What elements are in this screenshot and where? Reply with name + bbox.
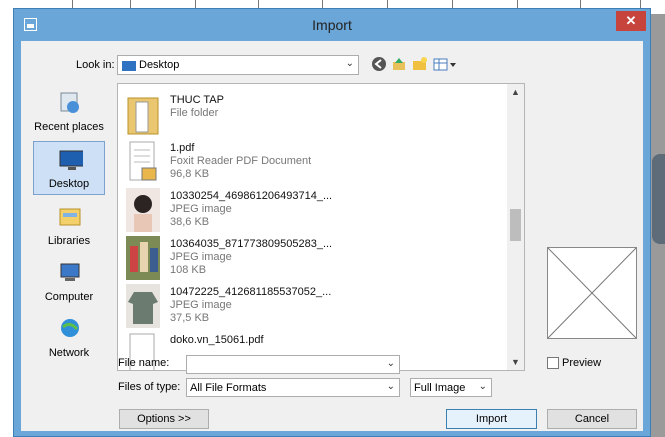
file-name: 1.pdf xyxy=(170,142,195,154)
files-of-type-label: Files of type: xyxy=(118,381,181,393)
list-item[interactable]: THUC TAP File folder xyxy=(126,90,506,138)
import-dialog: Import ✕ Look in: Desktop ⌄ Recent place… xyxy=(13,8,651,437)
file-list[interactable]: THUC TAP File folder 1.pdf Foxit Reader … xyxy=(117,83,525,371)
place-label: Recent places xyxy=(34,121,104,133)
desktop-folder-icon xyxy=(122,61,136,71)
place-libraries[interactable]: Libraries xyxy=(33,199,105,253)
scrollbar-thumb[interactable] xyxy=(510,209,521,241)
background-right xyxy=(650,14,665,437)
list-item[interactable]: 10472225_412681185537052_... JPEG image … xyxy=(126,282,506,330)
title-bar[interactable]: Import ✕ xyxy=(14,9,650,41)
image-mode-value: Full Image xyxy=(414,382,466,394)
desktop-icon xyxy=(59,150,83,170)
file-name: 10330254_469861206493714_... xyxy=(170,190,333,202)
scroll-up-icon[interactable]: ▲ xyxy=(511,87,520,97)
dialog-body: Look in: Desktop ⌄ Recent places Desktop xyxy=(21,41,643,431)
file-name-field[interactable]: ⌄ xyxy=(186,355,400,374)
pdf-thumbnail xyxy=(129,141,157,181)
places-sidebar: Recent places Desktop Libraries Computer… xyxy=(28,81,108,366)
chevron-down-icon[interactable]: ⌄ xyxy=(387,358,395,369)
background-left xyxy=(0,14,14,437)
options-button[interactable]: Options >> xyxy=(119,409,209,429)
chevron-down-icon: ⌄ xyxy=(345,58,354,69)
back-icon[interactable] xyxy=(371,56,387,72)
preview-label: Preview xyxy=(562,357,602,369)
up-folder-icon[interactable] xyxy=(391,56,407,72)
photo-thumbnail xyxy=(126,188,160,232)
scroll-down-icon[interactable]: ▼ xyxy=(511,357,520,367)
place-desktop[interactable]: Desktop xyxy=(33,141,105,195)
list-item[interactable]: 1.pdf Foxit Reader PDF Document 96,8 KB xyxy=(126,138,506,186)
file-name-label: File name: xyxy=(118,357,170,369)
file-size: 37,5 KB xyxy=(170,312,210,324)
look-in-label: Look in: xyxy=(76,59,115,71)
place-label: Desktop xyxy=(48,178,90,190)
place-recent-places[interactable]: Recent places xyxy=(33,85,105,139)
file-type: Foxit Reader PDF Document xyxy=(170,155,312,167)
place-label: Libraries xyxy=(47,235,91,247)
file-list-scrollbar[interactable]: ▲ ▼ xyxy=(507,84,524,370)
recent-places-icon xyxy=(60,92,79,113)
file-name: doko.vn_15061.pdf xyxy=(170,334,264,346)
place-label: Network xyxy=(48,347,90,359)
place-computer[interactable]: Computer xyxy=(33,255,105,309)
file-size: 108 KB xyxy=(170,264,207,276)
look-in-dropdown[interactable]: Desktop ⌄ xyxy=(117,55,359,75)
list-item[interactable]: 10330254_469861206493714_... JPEG image … xyxy=(126,186,506,234)
network-icon xyxy=(61,319,79,337)
file-name: 10364035_871773809505283_... xyxy=(170,238,333,250)
preview-checkbox[interactable] xyxy=(547,357,559,369)
files-of-type-value: All File Formats xyxy=(190,382,267,394)
window-title: Import xyxy=(312,17,352,33)
new-folder-icon[interactable] xyxy=(412,56,428,72)
image-mode-dropdown[interactable]: Full Image ⌄ xyxy=(410,378,492,397)
import-button[interactable]: Import xyxy=(446,409,537,429)
files-of-type-dropdown[interactable]: All File Formats ⌄ xyxy=(186,378,400,397)
view-menu-icon[interactable] xyxy=(433,56,459,72)
close-button[interactable]: ✕ xyxy=(616,11,646,31)
photo-thumbnail xyxy=(126,284,160,328)
computer-icon xyxy=(60,263,80,281)
file-type: File folder xyxy=(170,107,219,119)
libraries-icon xyxy=(59,208,81,226)
look-in-value: Desktop xyxy=(139,59,180,71)
place-label: Computer xyxy=(44,291,94,303)
place-network[interactable]: Network xyxy=(33,311,105,365)
photo-thumbnail xyxy=(126,236,160,280)
cancel-button[interactable]: Cancel xyxy=(547,409,637,429)
file-size: 38,6 KB xyxy=(170,216,210,228)
file-type: JPEG image xyxy=(170,299,232,311)
folder-thumbnail xyxy=(127,97,159,135)
file-name: THUC TAP xyxy=(170,94,224,106)
chevron-down-icon: ⌄ xyxy=(478,381,487,392)
file-type: JPEG image xyxy=(170,203,232,215)
empty-preview-icon xyxy=(547,247,637,339)
file-type: JPEG image xyxy=(170,251,232,263)
chevron-down-icon: ⌄ xyxy=(386,381,395,392)
preview-pane xyxy=(547,247,637,339)
list-item[interactable]: 10364035_871773809505283_... JPEG image … xyxy=(126,234,506,282)
file-size: 96,8 KB xyxy=(170,168,210,180)
file-name: 10472225_412681185537052_... xyxy=(170,286,332,298)
